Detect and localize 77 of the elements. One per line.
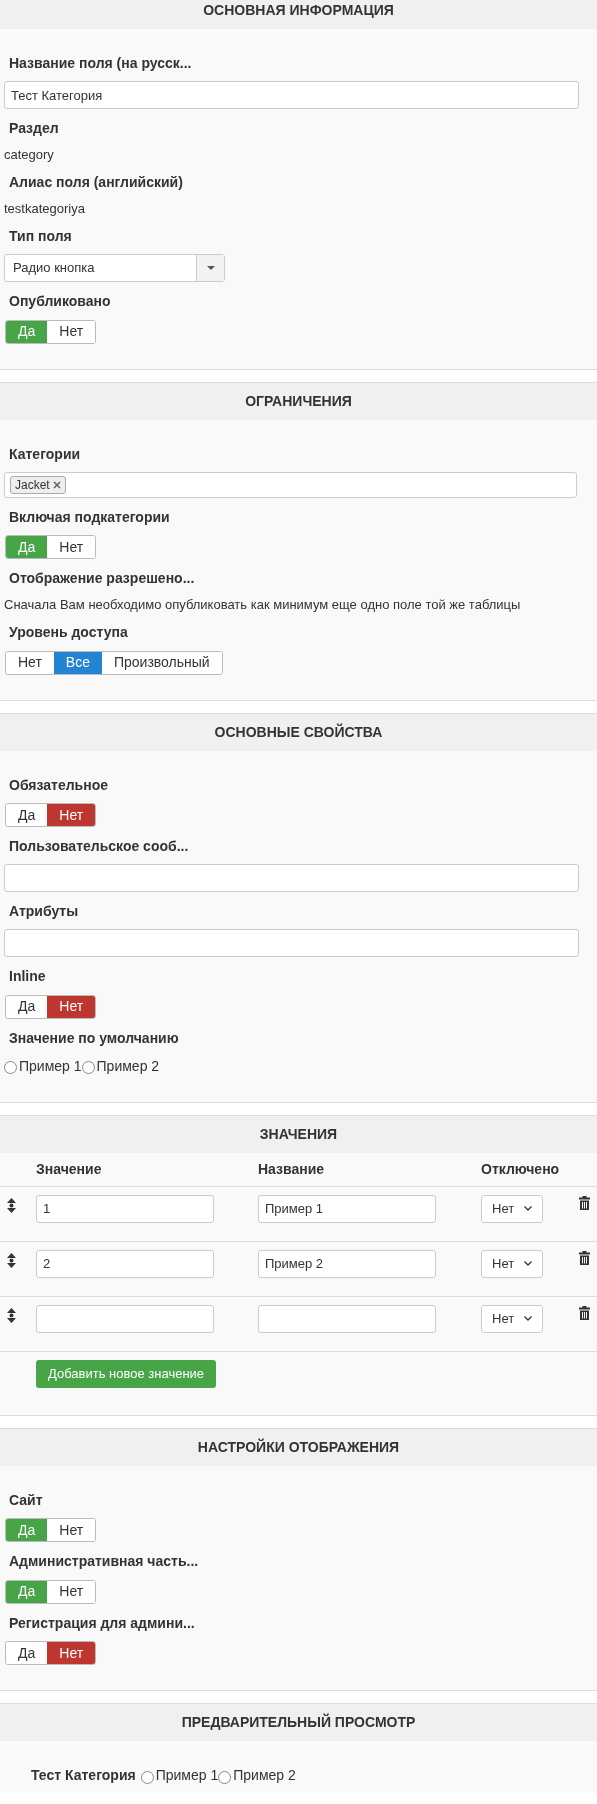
trash-icon[interactable] — [579, 1305, 590, 1320]
trash-icon[interactable] — [579, 1250, 590, 1265]
field-value: Сначала Вам необходимо опубликовать как минимум еще одно поле той же таблицы — [3, 596, 522, 613]
field-label: Регистрация для админи... — [8, 1614, 196, 1631]
toggle-option[interactable]: Да — [6, 804, 48, 826]
radio-label: Пример 2 — [96, 1056, 160, 1076]
section-header: ОСНОВНАЯ ИНФОРМАЦИЯ — [0, 0, 597, 29]
field-label: Категории — [8, 445, 82, 462]
field-label: Атрибуты — [8, 903, 80, 919]
column-header: Отключено — [481, 1159, 561, 1179]
section-header: ЗНАЧЕНИЯ — [0, 1114, 597, 1153]
radio-label: Пример 2 — [233, 1766, 296, 1785]
field-label: Раздел — [8, 120, 60, 136]
chevron-down-icon — [524, 1316, 532, 1321]
toggle-option[interactable]: Все — [53, 651, 102, 674]
text-field[interactable] — [4, 864, 579, 892]
toggle-option[interactable]: Нет — [47, 1580, 96, 1603]
toggle-option[interactable]: Произвольный — [101, 651, 222, 674]
tag-chip[interactable]: Jacket — [10, 475, 66, 494]
column-header: Название — [258, 1159, 326, 1179]
name-field[interactable]: Пример 2 — [258, 1249, 436, 1278]
value-field[interactable] — [36, 1304, 214, 1333]
toggle-option[interactable]: Да — [6, 1642, 48, 1664]
tag-field[interactable]: Jacket — [4, 471, 577, 498]
field-label: Обязательное — [8, 776, 110, 793]
toggle-option[interactable]: Нет — [47, 536, 96, 558]
toggle-option[interactable]: Нет — [47, 1642, 96, 1664]
dropdown[interactable]: Нет — [481, 1249, 543, 1278]
field-label: Административная часть... — [8, 1553, 200, 1569]
radio-button[interactable] — [140, 1770, 154, 1784]
dropdown[interactable]: Нет — [481, 1194, 543, 1223]
field-label: Inline — [8, 968, 47, 984]
radio-label: Пример 1 — [19, 1056, 82, 1076]
name-field[interactable]: Пример 1 — [258, 1194, 436, 1223]
section-header: ОСНОВНЫЕ СВОЙСТВА — [0, 712, 597, 751]
field-value: category — [3, 146, 55, 163]
drag-handle-icon[interactable] — [7, 1252, 16, 1268]
radio-label: Пример 1 — [155, 1766, 219, 1785]
field-label: Уровень доступа — [8, 624, 129, 640]
section-header: ОГРАНИЧЕНИЯ — [0, 381, 597, 420]
field-label: Значение по умолчанию — [8, 1029, 180, 1046]
dropdown[interactable]: Радио кнопка — [4, 254, 225, 282]
section-header: ПРЕДВАРИТЕЛЬНЫЙ ПРОСМОТР — [0, 1703, 597, 1741]
text-field[interactable] — [4, 929, 579, 957]
toggle-option[interactable]: Нет — [47, 320, 96, 343]
field-label: Включая подкатегории — [8, 508, 171, 525]
drag-handle-icon[interactable] — [7, 1307, 16, 1323]
field-label: Пользовательское сооб... — [8, 838, 190, 854]
field-label: Отображение разрешено... — [8, 570, 196, 586]
radio-button[interactable] — [218, 1770, 232, 1784]
field-label: Алиас поля (английский) — [8, 174, 184, 190]
column-header: Значение — [36, 1159, 103, 1179]
toggle-option[interactable]: Да — [6, 995, 48, 1018]
field-label: Тип поля — [8, 228, 73, 244]
toggle-option[interactable]: Нет — [47, 1519, 96, 1541]
field-value: testkategoriya — [3, 200, 86, 217]
dropdown[interactable]: Нет — [481, 1304, 543, 1333]
text-field[interactable]: Тест Категория — [4, 81, 579, 109]
radio-button[interactable] — [4, 1061, 17, 1074]
field-label: Название поля (на русск... — [8, 55, 193, 71]
drag-handle-icon[interactable] — [7, 1197, 16, 1213]
remove-icon[interactable] — [52, 480, 61, 489]
value-field[interactable]: 1 — [36, 1194, 214, 1223]
value-field[interactable]: 2 — [36, 1249, 214, 1278]
chevron-down-icon — [524, 1261, 532, 1266]
caret-icon — [206, 266, 215, 270]
radio-button[interactable] — [81, 1061, 95, 1074]
name-field[interactable] — [258, 1304, 436, 1333]
field-label: Сайт — [8, 1491, 44, 1508]
trash-icon[interactable] — [579, 1195, 590, 1210]
toggle-option[interactable]: Нет — [47, 995, 96, 1018]
toggle-option[interactable]: Нет — [6, 651, 54, 674]
toggle-option[interactable]: Нет — [47, 804, 96, 826]
field-label: Тест Категория — [31, 1766, 136, 1785]
chevron-down-icon — [524, 1206, 532, 1211]
section-header: НАСТРОЙКИ ОТОБРАЖЕНИЯ — [0, 1427, 597, 1466]
field-label: Опубликовано — [8, 293, 112, 309]
